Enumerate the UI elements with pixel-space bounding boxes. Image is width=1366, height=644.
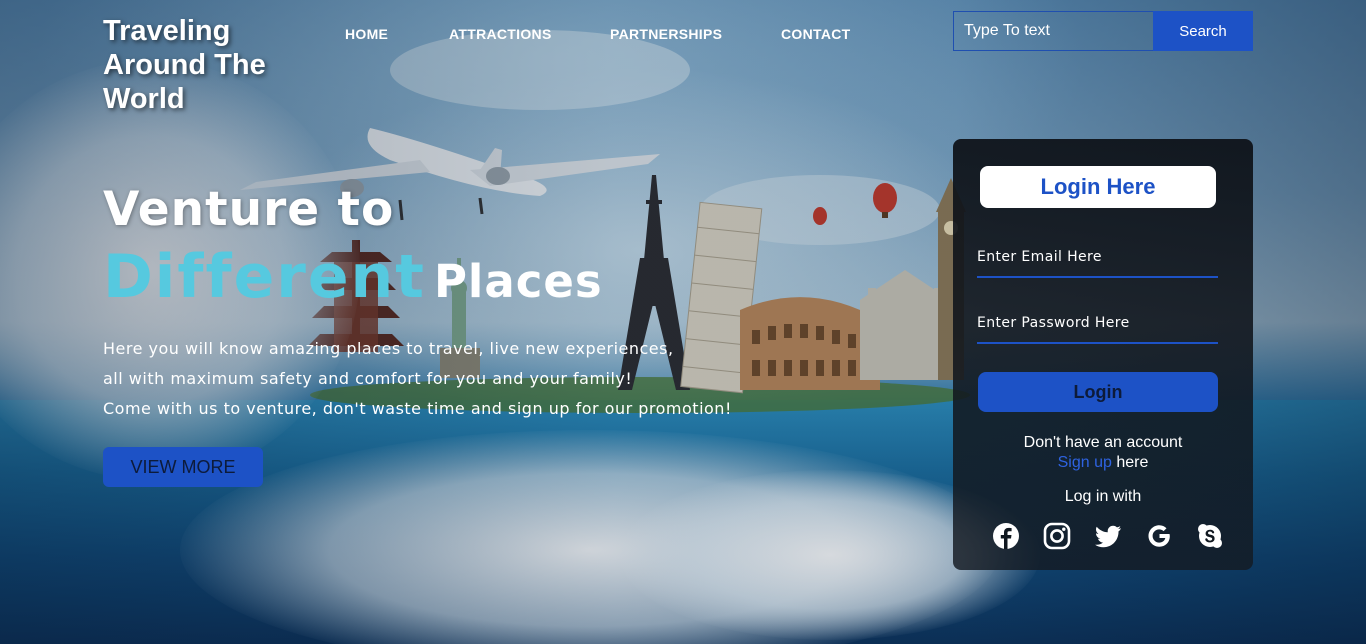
google-icon[interactable] xyxy=(1144,521,1174,551)
instagram-icon[interactable] xyxy=(1042,521,1072,551)
hero-title-line-1: Venture to xyxy=(103,182,395,237)
login-card: Login Here Login Don't have an account S… xyxy=(953,139,1253,570)
login-button[interactable]: Login xyxy=(978,372,1218,412)
signup-suffix: here xyxy=(1111,454,1149,471)
password-field[interactable] xyxy=(977,304,1218,344)
search-bar: Search xyxy=(953,11,1253,51)
site-brand-title: Traveling Around The World xyxy=(103,15,266,115)
hero-title-line-2: Different Places xyxy=(103,242,603,312)
twitter-icon[interactable] xyxy=(1093,521,1123,551)
no-account-text: Don't have an account xyxy=(1023,434,1183,451)
view-more-button[interactable]: VIEW MORE xyxy=(103,447,263,487)
hero-description-line: Come with us to venture, don't waste tim… xyxy=(103,399,732,418)
hero-description-line: Here you will know amazing places to tra… xyxy=(103,339,674,358)
nav-link-contact[interactable]: CONTACT xyxy=(781,26,851,42)
signup-line: Sign up here xyxy=(953,453,1253,473)
email-field[interactable] xyxy=(977,238,1218,278)
nav-link-partnerships[interactable]: PARTNERSHIPS xyxy=(610,26,722,42)
hero-description-line: all with maximum safety and comfort for … xyxy=(103,369,633,388)
login-heading: Login Here xyxy=(980,166,1216,208)
social-login-icons xyxy=(991,521,1225,551)
nav-link-home[interactable]: HOME xyxy=(345,26,388,42)
login-with-label: Log in with xyxy=(1064,488,1142,505)
hero-title-rest: Places xyxy=(433,255,603,308)
facebook-icon[interactable] xyxy=(991,521,1021,551)
search-input[interactable] xyxy=(953,11,1153,51)
signup-prompt: Don't have an account Sign up here xyxy=(953,433,1253,473)
skype-icon[interactable] xyxy=(1195,521,1225,551)
signup-link[interactable]: Sign up xyxy=(1058,454,1112,471)
search-button[interactable]: Search xyxy=(1153,11,1253,51)
hero-description: Here you will know amazing places to tra… xyxy=(103,334,743,424)
hero-title-accent: Different xyxy=(103,242,426,312)
nav-link-attractions[interactable]: ATTRACTIONS xyxy=(449,26,552,42)
